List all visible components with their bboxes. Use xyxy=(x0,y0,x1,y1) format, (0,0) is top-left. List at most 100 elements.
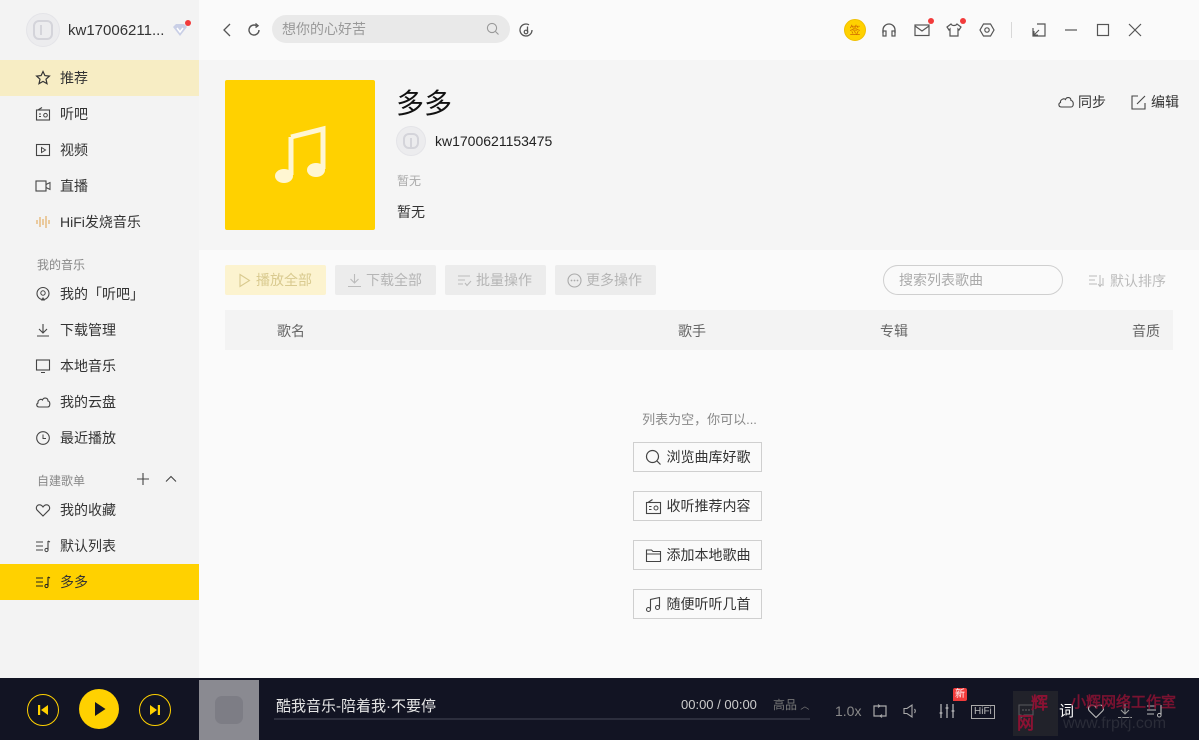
notification-dot xyxy=(185,20,192,26)
music-note-icon xyxy=(645,596,660,612)
maximize-icon[interactable] xyxy=(1093,20,1113,40)
sidebar-item-duoduo[interactable]: 多多 xyxy=(0,564,199,600)
username[interactable]: kw17006211... xyxy=(68,22,164,39)
add-playlist-icon[interactable] xyxy=(136,472,150,486)
playlist-queue-icon[interactable] xyxy=(1146,702,1164,720)
sidebar-item-label: 多多 xyxy=(60,574,88,590)
favorite-heart-icon[interactable] xyxy=(1087,702,1105,720)
cloud-icon xyxy=(1058,97,1074,108)
browse-library-button[interactable]: 浏览曲库好歌 xyxy=(633,442,762,472)
sidebar-item-local-music[interactable]: 本地音乐 xyxy=(0,348,199,384)
refresh-icon[interactable] xyxy=(244,20,264,40)
batch-operation-button[interactable]: 批量操作 xyxy=(445,265,546,295)
more-dots-icon xyxy=(567,272,582,288)
section-title-playlists: 自建歌单 xyxy=(37,474,86,488)
sidebar-item-label: 听吧 xyxy=(60,106,88,122)
download-all-label: 下载全部 xyxy=(366,272,422,288)
star-icon xyxy=(35,70,51,86)
volume-icon[interactable] xyxy=(902,702,920,720)
vip-diamond-icon[interactable] xyxy=(172,20,192,37)
quality-selector[interactable]: 高品 ︿ xyxy=(773,696,809,713)
sort-button[interactable]: 默认排序 xyxy=(1088,271,1166,291)
hifi-button[interactable]: HiFi xyxy=(971,705,995,719)
comments-icon[interactable] xyxy=(1017,702,1035,720)
section-title-my-music: 我的音乐 xyxy=(37,258,86,272)
sidebar-item-label: 我的收藏 xyxy=(60,502,116,518)
now-playing-title[interactable]: 酷我音乐-陪着我·不要停 xyxy=(276,695,436,716)
column-artist[interactable]: 歌手 xyxy=(678,321,706,341)
back-icon[interactable] xyxy=(218,20,238,40)
sync-label: 同步 xyxy=(1078,94,1106,110)
creator-name[interactable]: kw1700621153475 xyxy=(435,133,552,149)
sidebar-item-my-tingba[interactable]: 我的「听吧」 xyxy=(0,276,199,312)
sign-in-icon[interactable]: 签 xyxy=(844,19,866,41)
download-icon[interactable] xyxy=(1116,702,1134,720)
video-icon xyxy=(35,142,51,158)
playlist-description: 暂无 xyxy=(397,204,425,220)
playback-speed-button[interactable]: 1.0x xyxy=(835,703,861,719)
watermark-overlay: 辉网 小辉网络工作室 www.frpkj.com xyxy=(1013,691,1199,740)
edit-button[interactable]: 编辑 xyxy=(1130,92,1179,112)
mini-mode-icon[interactable] xyxy=(1029,20,1049,40)
list-search[interactable] xyxy=(883,265,1080,295)
sidebar-item-downloads[interactable]: 下载管理 xyxy=(0,312,199,348)
creator-avatar[interactable] xyxy=(396,126,426,156)
sidebar-item-live[interactable]: 直播 xyxy=(0,168,199,204)
more-operations-button[interactable]: 更多操作 xyxy=(555,265,656,295)
list-search-input[interactable] xyxy=(899,272,1080,288)
headphones-icon[interactable] xyxy=(879,20,899,40)
sidebar-item-favorites[interactable]: 我的收藏 xyxy=(0,492,199,528)
sidebar-item-default-list[interactable]: 默认列表 xyxy=(0,528,199,564)
global-search-input[interactable] xyxy=(282,21,486,37)
listen-recommended-button[interactable]: 收听推荐内容 xyxy=(633,491,762,521)
search-icon xyxy=(645,449,661,465)
equalizer-icon[interactable] xyxy=(938,702,956,720)
minimize-icon[interactable] xyxy=(1061,20,1081,40)
sync-button[interactable]: 同步 xyxy=(1057,92,1106,112)
user-avatar[interactable] xyxy=(26,13,60,47)
search-icon[interactable] xyxy=(486,22,500,36)
play-all-button[interactable]: 播放全部 xyxy=(225,265,326,295)
listen-recommended-label: 收听推荐内容 xyxy=(666,498,751,514)
next-icon xyxy=(150,705,160,715)
playback-time: 00:00 / 00:00 xyxy=(681,697,757,712)
sidebar: kw17006211... 推荐 听吧 视频 直播 HiFi发烧音乐 我的音乐 xyxy=(0,0,199,678)
download-all-button[interactable]: 下载全部 xyxy=(335,265,436,295)
repeat-mode-icon[interactable] xyxy=(871,702,889,720)
soundwave-icon xyxy=(35,214,51,230)
random-listen-button[interactable]: 随便听听几首 xyxy=(633,589,762,619)
music-recognize-icon[interactable] xyxy=(517,20,537,40)
playlist-icon xyxy=(35,538,51,554)
music-note-icon xyxy=(275,125,326,183)
progress-bar[interactable] xyxy=(274,718,810,720)
column-album[interactable]: 专辑 xyxy=(880,321,908,341)
column-song-name[interactable]: 歌名 xyxy=(277,321,305,341)
sidebar-item-hifi[interactable]: HiFi发烧音乐 xyxy=(0,204,199,240)
playlist-tags: 暂无 xyxy=(397,174,422,188)
close-icon[interactable] xyxy=(1125,20,1145,40)
skin-icon[interactable] xyxy=(944,18,966,40)
random-listen-label: 随便听听几首 xyxy=(666,596,751,612)
add-local-songs-button[interactable]: 添加本地歌曲 xyxy=(633,540,762,570)
radio-icon xyxy=(35,106,51,122)
settings-icon[interactable] xyxy=(977,20,997,40)
mail-icon[interactable] xyxy=(912,18,934,40)
global-search[interactable] xyxy=(272,15,510,43)
sidebar-item-recommend[interactable]: 推荐 xyxy=(0,60,199,96)
user-profile[interactable]: kw17006211... xyxy=(26,12,192,48)
playlist-creator[interactable]: kw1700621153475 xyxy=(396,126,552,156)
collapse-chevron-icon[interactable] xyxy=(164,472,178,486)
now-playing-cover[interactable] xyxy=(199,680,259,740)
sort-icon xyxy=(1089,275,1104,288)
live-camera-icon xyxy=(35,178,51,194)
sidebar-item-tingba[interactable]: 听吧 xyxy=(0,96,199,132)
previous-button[interactable] xyxy=(27,694,59,726)
notification-dot xyxy=(960,18,966,24)
sidebar-item-video[interactable]: 视频 xyxy=(0,132,199,168)
next-button[interactable] xyxy=(139,694,171,726)
lyrics-button[interactable]: 词 xyxy=(1059,700,1074,721)
play-button[interactable] xyxy=(79,689,119,729)
browse-library-label: 浏览曲库好歌 xyxy=(666,449,751,465)
download-icon xyxy=(348,273,361,287)
column-quality[interactable]: 音质 xyxy=(1132,321,1160,341)
